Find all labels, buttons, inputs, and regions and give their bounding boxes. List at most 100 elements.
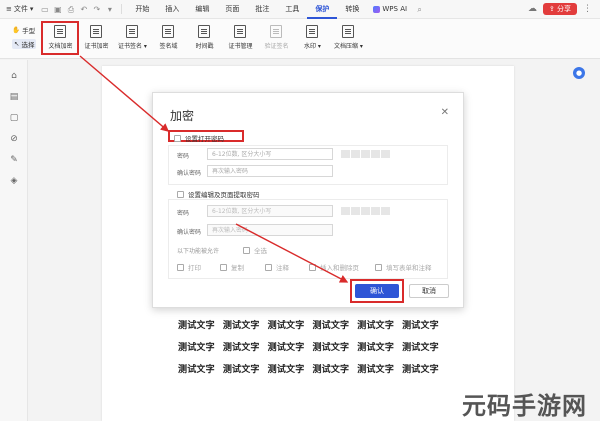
print-label: 打印: [188, 264, 201, 272]
comment-checkbox[interactable]: [265, 263, 272, 271]
tab-page[interactable]: 页面: [217, 0, 247, 19]
cloud-sync-icon[interactable]: ☁: [528, 4, 537, 14]
edit-password-label: 密码: [177, 210, 190, 217]
hand-mode-button[interactable]: ✋ 手型: [12, 25, 36, 35]
permission-print[interactable]: 打印: [177, 262, 201, 272]
ai-logo-icon: [373, 5, 381, 13]
edit-password-checkbox-row[interactable]: 设置编辑及页面提取密码: [177, 189, 260, 199]
compress-label: 文档压缩 ▾: [333, 43, 363, 50]
text-word: 测试文字: [312, 365, 350, 375]
attachment-icon[interactable]: ⊘: [9, 134, 19, 144]
edit-password-input[interactable]: 6-12位数, 区分大小写: [207, 205, 333, 217]
tab-comment[interactable]: 批注: [247, 0, 277, 19]
tab-home[interactable]: 开始: [127, 0, 157, 19]
tab-tools[interactable]: 工具: [277, 0, 307, 19]
document-encrypt-label: 文档加密: [48, 43, 73, 50]
folder-icon[interactable]: ▭: [40, 5, 49, 14]
comment-icon[interactable]: ▢: [9, 113, 19, 123]
open-password-checkbox[interactable]: [174, 134, 181, 142]
edit-password-checkbox[interactable]: [177, 190, 184, 198]
text-row: 测试文字 测试文字 测试文字 测试文字 测试文字 测试文字: [178, 362, 439, 375]
signature-field-label: 签名域: [159, 43, 178, 50]
close-icon[interactable]: ✕: [441, 107, 449, 118]
copy-checkbox[interactable]: [220, 263, 227, 271]
text-word: 测试文字: [267, 343, 305, 353]
cancel-button[interactable]: 取消: [409, 284, 449, 298]
signature-pen-icon[interactable]: ✎: [9, 155, 19, 165]
verify-signature-button[interactable]: 验证签名: [259, 23, 293, 53]
text-word: 测试文字: [178, 343, 215, 353]
text-word: 测试文字: [402, 365, 439, 375]
cursor-icon: ↖: [14, 40, 20, 48]
menu-right-group: ☁ ⇪ 分享 ⋮: [528, 3, 592, 15]
certificate-encrypt-button[interactable]: 证书加密: [79, 23, 113, 53]
edit-password-checkbox-label: 设置编辑及页面提取密码: [188, 191, 260, 199]
search-icon[interactable]: ⌕: [415, 5, 424, 14]
watermark-icon: [306, 25, 319, 38]
compress-button[interactable]: 文档压缩 ▾: [331, 23, 365, 53]
print-icon[interactable]: ⎙: [66, 5, 75, 14]
select-all-label: 全选: [254, 247, 267, 255]
text-word: 测试文字: [402, 321, 439, 331]
tab-edit[interactable]: 编辑: [187, 0, 217, 19]
print-checkbox[interactable]: [177, 263, 184, 271]
wps-ai-button[interactable]: WPS AI: [367, 5, 413, 13]
tab-insert[interactable]: 插入: [157, 0, 187, 19]
certificate-manage-icon: [234, 25, 247, 38]
tab-protect[interactable]: 保护: [307, 0, 338, 19]
timestamp-button[interactable]: 时间戳: [187, 23, 221, 53]
text-row: 测试文字 测试文字 测试文字 测试文字 测试文字 测试文字: [178, 318, 439, 331]
permission-comment[interactable]: 注释: [265, 262, 289, 272]
share-label: 分享: [557, 5, 571, 13]
certificate-icon: [90, 25, 103, 38]
open-confirm-input[interactable]: 再次输入密码: [207, 165, 333, 177]
text-word: 测试文字: [222, 365, 260, 375]
redo-icon[interactable]: ↷: [92, 5, 101, 14]
insert-delete-checkbox[interactable]: [309, 263, 316, 271]
certificate-encrypt-label: 证书加密: [84, 43, 109, 50]
bookmark-icon[interactable]: ⌂: [9, 71, 19, 81]
permission-insert-delete[interactable]: 插入和删除页: [309, 262, 359, 272]
document-encrypt-button[interactable]: 文档加密: [41, 21, 80, 55]
verify-icon: [270, 25, 283, 38]
chevron-down-icon[interactable]: ▾: [105, 5, 114, 14]
confirm-button[interactable]: 确认: [355, 284, 399, 298]
select-mode-button[interactable]: ↖ 选择: [12, 39, 37, 49]
open-password-checkbox-label: 设置打开密码: [185, 135, 224, 143]
certificate-sign-button[interactable]: 证书签名 ▾: [115, 23, 149, 53]
select-all-row[interactable]: 全选: [243, 245, 267, 255]
thumbnail-icon[interactable]: ▤: [9, 92, 19, 102]
select-all-checkbox[interactable]: [243, 246, 250, 254]
text-word: 测试文字: [222, 321, 260, 331]
save-icon[interactable]: ▣: [53, 5, 62, 14]
text-word: 测试文字: [267, 365, 305, 375]
more-icon[interactable]: ⋮: [583, 4, 592, 14]
share-button[interactable]: ⇪ 分享: [542, 3, 577, 15]
layers-icon[interactable]: ◈: [9, 176, 19, 186]
signature-field-button[interactable]: 签名域: [151, 23, 185, 53]
open-password-checkbox-row[interactable]: 设置打开密码: [174, 133, 224, 143]
assistant-icon[interactable]: ●: [573, 67, 585, 79]
permission-fill-form[interactable]: 填写表单和注释: [375, 262, 432, 272]
tab-convert[interactable]: 转换: [337, 0, 367, 19]
file-menu[interactable]: ≡ 文件 ▾: [0, 4, 38, 14]
signature-field-icon: [162, 25, 175, 38]
permission-copy[interactable]: 复制: [220, 262, 244, 272]
open-confirm-label: 确认密码: [177, 170, 202, 177]
copy-label: 复制: [231, 264, 244, 272]
text-word: 测试文字: [402, 343, 439, 353]
fill-form-checkbox[interactable]: [375, 263, 382, 271]
certificate-sign-label: 证书签名 ▾: [117, 43, 147, 50]
ribbon-toolbar: ✋ 手型 ↖ 选择 文档加密 证书加密 证书签名 ▾ 签名域 时间戳 证书管理 …: [0, 19, 600, 59]
document-text: 测试文字 测试文字 测试文字 测试文字 测试文字 测试文字 测试文字 测试文字 …: [178, 318, 439, 384]
site-watermark: 元码手游网: [462, 392, 587, 420]
watermark-button[interactable]: 水印 ▾: [295, 23, 329, 53]
undo-icon[interactable]: ↶: [79, 5, 88, 14]
open-password-label: 密码: [177, 153, 190, 160]
left-sidebar: ⌂ ▤ ▢ ⊘ ✎ ◈: [0, 60, 28, 421]
open-password-input[interactable]: 6-12位数, 区分大小写: [207, 148, 333, 160]
insert-delete-label: 插入和删除页: [320, 264, 359, 272]
edit-confirm-input[interactable]: 再次输入密码: [207, 224, 333, 236]
text-word: 测试文字: [267, 321, 305, 331]
certificate-manage-button[interactable]: 证书管理: [223, 23, 257, 53]
